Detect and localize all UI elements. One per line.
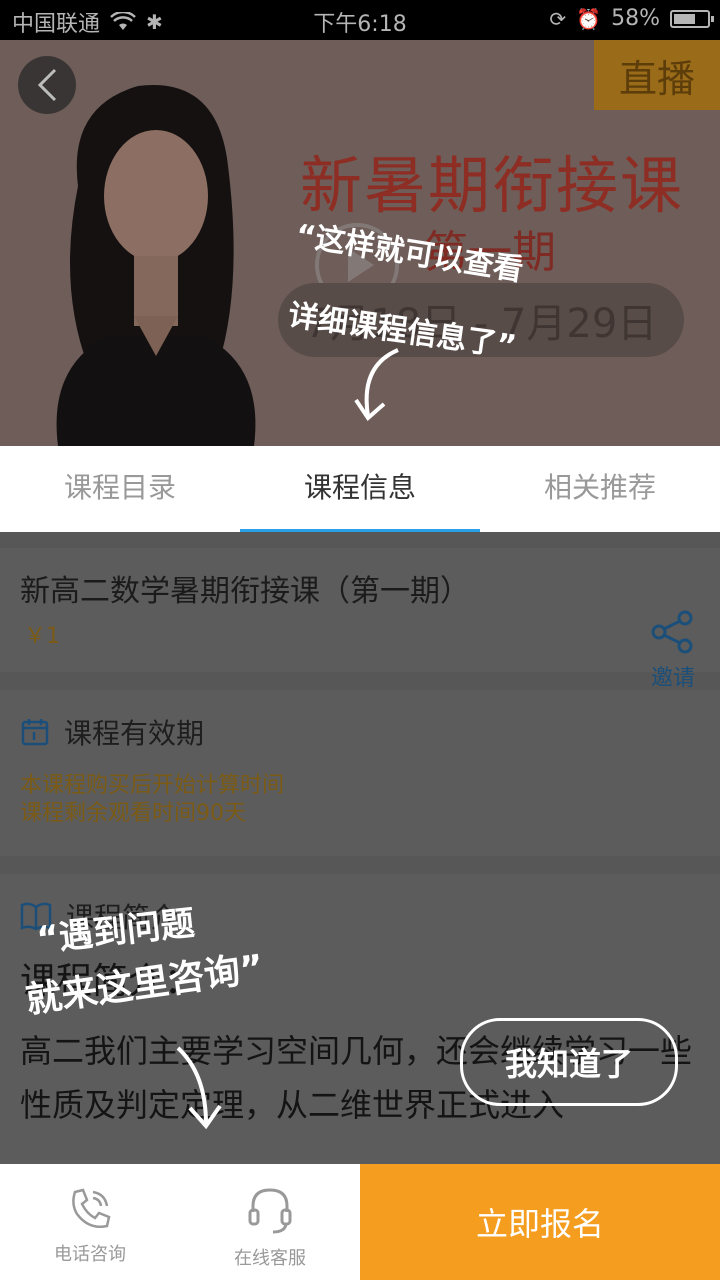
online-service-label: 在线客服 — [234, 1248, 306, 1269]
course-title: 新高二数学暑期衔接课（第一期） — [20, 574, 470, 609]
course-header-card: 新高二数学暑期衔接课（第一期） ￥1 邀请 — [0, 548, 720, 691]
course-banner: 直播 新暑期衔接课 第一期 7月18日 - 7月29日 “这样就可以查看 详细课… — [0, 40, 720, 446]
invite-button[interactable]: 邀请 — [648, 610, 698, 692]
validity-line-1: 本课程购买后开始计算时间 — [20, 773, 285, 798]
battery-percent: 58% — [611, 6, 660, 31]
enroll-now-button[interactable]: 立即报名 — [360, 1164, 720, 1280]
tab-course-info[interactable]: 课程信息 — [240, 446, 480, 532]
online-service-button[interactable]: 在线客服 — [180, 1164, 360, 1280]
alarm-icon: ⏰ — [576, 6, 602, 31]
status-bar: 中国联通 ✱ 下午6:18 ⟳ ⏰ 58% — [0, 0, 720, 40]
invite-label: 邀请 — [650, 666, 695, 691]
calendar-icon — [21, 719, 49, 746]
back-button[interactable] — [18, 56, 76, 114]
phone-consult-button[interactable]: 电话咨询 — [0, 1164, 180, 1280]
bottom-action-bar: 电话咨询 在线客服 立即报名 — [0, 1164, 720, 1280]
course-price: ￥1 — [24, 624, 60, 649]
tab-catalog[interactable]: 课程目录 — [0, 446, 240, 532]
phone-icon — [72, 1188, 111, 1228]
validity-line-2: 课程剩余观看时间90天 — [20, 801, 246, 826]
dismiss-guide-button[interactable]: 我知道了 — [460, 1018, 678, 1106]
rotation-lock-icon: ⟳ — [549, 6, 567, 31]
validity-card: 课程有效期 本课程购买后开始计算时间 课程剩余观看时间90天 — [0, 690, 720, 856]
tab-recommend[interactable]: 相关推荐 — [480, 446, 720, 532]
share-icon — [651, 610, 693, 654]
teacher-photo — [56, 85, 256, 446]
banner-title: 新暑期衔接课 — [299, 149, 684, 222]
tab-bar: 课程目录 课程信息 相关推荐 — [0, 446, 720, 533]
validity-title: 课程有效期 — [64, 717, 205, 750]
hint-arrow-icon — [354, 348, 399, 422]
battery-icon — [670, 9, 714, 28]
live-badge: 直播 — [594, 40, 720, 110]
headset-icon — [248, 1188, 292, 1234]
hint-arrow-down-icon — [176, 1046, 222, 1130]
chevron-left-icon — [37, 68, 57, 102]
phone-consult-label: 电话咨询 — [54, 1244, 126, 1265]
